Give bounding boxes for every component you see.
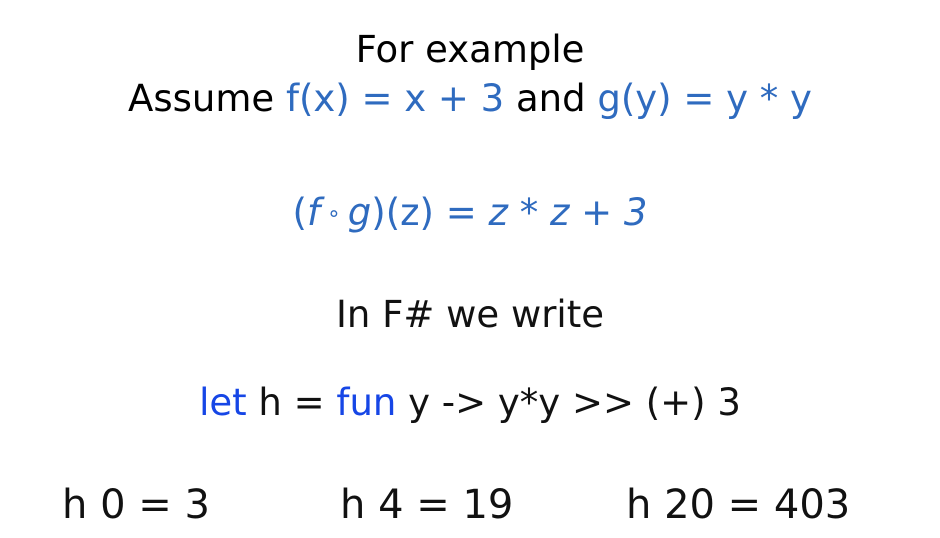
result-h-4: h 4 = 19 [340, 482, 514, 528]
keyword-let: let [199, 381, 247, 424]
fsharp-code-line: let h = fun y -> y*y >> (+) 3 [0, 384, 940, 421]
result-h-0: h 0 = 3 [62, 482, 210, 528]
and-word: and [504, 77, 598, 120]
composition-open-paren: ( [292, 191, 307, 234]
composition-g: g [347, 191, 372, 234]
heading-for-example: For example [355, 28, 585, 71]
composition-formula: (f ∘ g)(z) = z * z + 3 [0, 194, 940, 231]
composition-close: )(z) [371, 191, 434, 234]
f-definition: f(x) = x + 3 [285, 77, 505, 120]
result-h-20: h 20 = 403 [626, 482, 851, 528]
composition-f: f [306, 191, 320, 234]
g-definition: g(y) = y * y [597, 77, 812, 120]
code-body: y -> y*y >> (+) 3 [396, 381, 741, 424]
keyword-fun: fun [336, 381, 397, 424]
assume-line: Assume f(x) = x + 3 and g(y) = y * y [0, 80, 940, 117]
composition-rhs: = z * z + 3 [434, 191, 648, 234]
assume-prefix: Assume [128, 77, 286, 120]
compose-operator: ∘ [320, 201, 348, 227]
code-binding-name: h = [246, 381, 337, 424]
fsharp-intro: In F# we write [336, 293, 604, 336]
